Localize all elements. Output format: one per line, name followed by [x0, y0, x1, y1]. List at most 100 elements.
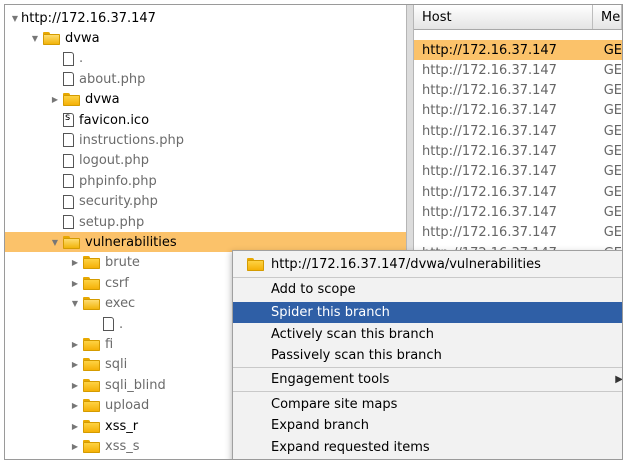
- tree-node[interactable]: ▼ http://172.16.37.147: [5, 8, 406, 28]
- cell-host: http://172.16.37.147: [422, 184, 557, 200]
- collapse-triangle-icon[interactable]: ▶: [69, 360, 81, 369]
- cell-method: GE: [603, 225, 622, 241]
- folder-icon: [63, 235, 80, 249]
- menu-item-passively-scan-this-branch[interactable]: Passively scan this branch: [233, 345, 622, 366]
- tree-node[interactable]: ▶ dvwa: [5, 90, 406, 110]
- tree-node-label: exec: [105, 296, 136, 312]
- cell-host: http://172.16.37.147: [422, 42, 557, 58]
- menu-item-engagement-tools[interactable]: Engagement tools ▶: [233, 369, 623, 390]
- menu-item-compare-site-maps[interactable]: Compare site maps: [233, 394, 622, 415]
- tree-node-label: setup.php: [79, 214, 145, 230]
- cell-host: http://172.16.37.147: [422, 164, 557, 180]
- table-row[interactable]: http://172.16.37.147 GE: [414, 40, 622, 60]
- tree-node-label: vulnerabilities: [85, 234, 177, 250]
- folder-icon: [83, 358, 100, 372]
- menu-item-label: Passively scan this branch: [271, 348, 442, 363]
- menu-item-expand-requested-items[interactable]: Expand requested items: [233, 437, 622, 458]
- tree-node[interactable]: ▼ dvwa: [5, 28, 406, 48]
- file-icon: [63, 174, 74, 189]
- tree-node-label: sqli: [105, 357, 128, 373]
- tree-node[interactable]: about.php: [5, 69, 406, 89]
- script-file-icon: [63, 112, 74, 127]
- column-header-host[interactable]: Host: [414, 5, 594, 29]
- cell-method: GE: [603, 144, 622, 159]
- table-row[interactable]: http://172.16.37.147 GE: [414, 121, 622, 141]
- collapse-triangle-icon[interactable]: ▶: [69, 258, 81, 267]
- menu-item-collapse-branch[interactable]: Collapse branch: [233, 459, 623, 460]
- table-header: Host Me: [414, 5, 622, 30]
- tree-node[interactable]: favicon.ico: [5, 110, 406, 130]
- folder-icon: [83, 256, 100, 270]
- table-row[interactable]: http://172.16.37.147 GE: [414, 223, 622, 243]
- submenu-arrow-icon: ▶: [615, 374, 623, 385]
- file-icon: [103, 317, 114, 331]
- menu-item-label: Spider this branch: [271, 305, 390, 320]
- cell-method: GE: [603, 204, 622, 220]
- context-menu-header: http://172.16.37.147/dvwa/vulnerabilitie…: [233, 254, 622, 275]
- context-menu: http://172.16.37.147/dvwa/vulnerabilitie…: [232, 250, 623, 460]
- menu-item-add-to-scope[interactable]: Add to scope: [233, 279, 622, 300]
- tree-node[interactable]: logout.php: [5, 151, 406, 171]
- collapse-triangle-icon[interactable]: ▶: [69, 401, 81, 410]
- file-icon: [63, 72, 74, 87]
- column-header-method[interactable]: Me: [593, 5, 622, 29]
- cell-method: GE: [603, 42, 622, 58]
- menu-item-expand-branch[interactable]: Expand branch: [233, 415, 622, 436]
- folder-icon: [83, 419, 100, 433]
- cell-host: http://172.16.37.147: [422, 204, 557, 220]
- collapse-triangle-icon[interactable]: ▶: [69, 340, 81, 349]
- tree-node-label: dvwa: [65, 30, 100, 46]
- tree-node-label: about.php: [79, 71, 146, 87]
- menu-item-label: Actively scan this branch: [271, 327, 434, 342]
- collapse-triangle-icon[interactable]: ▶: [69, 279, 81, 288]
- tree-node[interactable]: phpinfo.php: [5, 171, 406, 191]
- menu-item-label: Compare site maps: [271, 397, 398, 412]
- folder-icon: [247, 258, 264, 271]
- collapse-triangle-icon[interactable]: ▶: [69, 381, 81, 390]
- table-row[interactable]: http://172.16.37.147 GE: [414, 101, 622, 121]
- menu-item-label: Expand requested items: [271, 440, 430, 455]
- tree-node[interactable]: security.php: [5, 192, 406, 212]
- menu-item-label: Add to scope: [271, 282, 356, 297]
- collapse-triangle-icon[interactable]: ▶: [69, 422, 81, 431]
- expand-triangle-icon[interactable]: ▼: [29, 34, 41, 43]
- table-row[interactable]: http://172.16.37.147 GE: [414, 81, 622, 101]
- cell-method: GE: [603, 164, 622, 180]
- tree-node-label: xss_s: [105, 438, 140, 454]
- expand-triangle-icon[interactable]: ▼: [9, 14, 21, 23]
- cell-method: GE: [603, 184, 622, 200]
- file-icon: [63, 215, 74, 229]
- tree-node-label: security.php: [79, 194, 158, 210]
- cell-host: http://172.16.37.147: [422, 144, 557, 159]
- menu-separator: [233, 367, 622, 368]
- menu-item-actively-scan-this-branch[interactable]: Actively scan this branch: [233, 324, 622, 345]
- expand-triangle-icon[interactable]: ▼: [69, 299, 81, 308]
- cell-method: GE: [603, 62, 622, 78]
- table-row[interactable]: http://172.16.37.147 GE: [414, 202, 622, 222]
- menu-item-spider-this-branch[interactable]: Spider this branch: [233, 302, 622, 323]
- tree-node-label: brute: [105, 255, 140, 271]
- cell-method: GE: [603, 83, 622, 99]
- folder-icon: [83, 399, 100, 413]
- table-row[interactable]: http://172.16.37.147 GE: [414, 182, 622, 202]
- tree-node-label: .: [119, 316, 124, 332]
- tree-node[interactable]: .: [5, 49, 406, 69]
- cell-host: http://172.16.37.147: [422, 62, 557, 78]
- table-row[interactable]: http://172.16.37.147 GE: [414, 162, 622, 182]
- expand-triangle-icon[interactable]: ▼: [49, 238, 61, 247]
- folder-icon: [63, 93, 80, 107]
- burp-site-map: ▼ http://172.16.37.147 ▼ dvwa. about.php ▶ dvw…: [4, 4, 623, 460]
- table-row[interactable]: http://172.16.37.147 GE: [414, 60, 622, 80]
- table-row[interactable]: http://172.16.37.147 GE: [414, 142, 622, 162]
- tree-node-label: sqli_blind: [105, 377, 166, 393]
- cell-host: http://172.16.37.147: [422, 123, 557, 139]
- file-icon: [63, 194, 74, 209]
- tree-node-label: favicon.ico: [79, 112, 150, 128]
- tree-node[interactable]: setup.php: [5, 212, 406, 232]
- tree-node[interactable]: instructions.php: [5, 130, 406, 150]
- cell-host: http://172.16.37.147: [422, 103, 557, 119]
- collapse-triangle-icon[interactable]: ▶: [69, 442, 81, 451]
- folder-icon: [83, 297, 100, 311]
- collapse-triangle-icon[interactable]: ▶: [49, 95, 61, 104]
- tree-node-label: .: [79, 51, 84, 67]
